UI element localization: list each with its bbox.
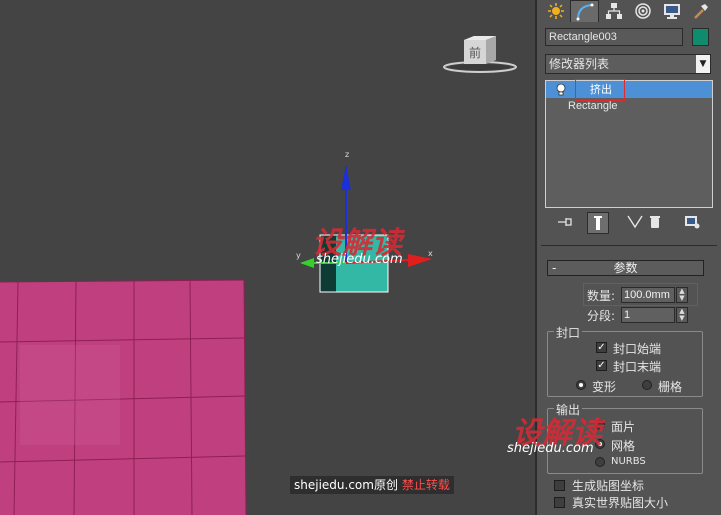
cap-start-label: 封口始端 bbox=[613, 342, 662, 356]
gizmo-z-label: z bbox=[345, 150, 349, 159]
viewport-perspective[interactable]: 前 z y x 设解读 shejiedu.com shejiedu.com原创 … bbox=[0, 0, 535, 515]
nurbs-label: NURBS bbox=[611, 456, 646, 467]
credit-forbid: 禁止转载 bbox=[401, 478, 450, 492]
modifier-list-dropdown[interactable]: 修改器列表 ▼ bbox=[545, 54, 711, 74]
viewcube-front-label: 前 bbox=[469, 45, 481, 60]
nurbs-radio[interactable] bbox=[595, 457, 605, 467]
grid-label: 栅格 bbox=[658, 380, 683, 394]
hierarchy-icon bbox=[605, 3, 622, 19]
configure-modifier-sets-button[interactable] bbox=[681, 212, 703, 232]
morph-radio[interactable] bbox=[576, 380, 586, 390]
cap-end-label: 封口末端 bbox=[613, 360, 662, 374]
stack-toolbar bbox=[545, 212, 713, 234]
watermark-url-panel: shejiedu.com bbox=[507, 441, 594, 456]
segments-spinner[interactable]: ▲ ▼ bbox=[676, 307, 688, 323]
stack-item-extrude[interactable]: 挤出 bbox=[546, 81, 712, 98]
make-unique-icon bbox=[627, 215, 643, 229]
display-icon bbox=[663, 4, 680, 19]
remove-modifier-button[interactable] bbox=[645, 212, 665, 232]
divider bbox=[541, 245, 717, 246]
segments-label: 分段: bbox=[587, 309, 616, 323]
modifier-list-label: 修改器列表 bbox=[549, 57, 610, 71]
tab-create[interactable] bbox=[541, 0, 570, 22]
parameters-title: 参数 bbox=[613, 261, 638, 275]
object-color-swatch[interactable] bbox=[692, 28, 709, 46]
real-world-checkbox[interactable] bbox=[554, 497, 565, 508]
create-icon bbox=[547, 3, 564, 19]
end-result-icon bbox=[594, 216, 602, 230]
show-end-result-button[interactable] bbox=[587, 212, 609, 234]
highlight-box-extrude bbox=[575, 79, 625, 101]
pin-icon bbox=[558, 218, 572, 226]
tab-modify[interactable] bbox=[570, 0, 599, 22]
modifier-stack[interactable]: 挤出 Rectangle bbox=[545, 80, 713, 208]
trash-icon bbox=[650, 216, 660, 228]
tab-hierarchy[interactable] bbox=[599, 0, 628, 22]
capping-title: 封口 bbox=[554, 324, 583, 341]
tab-display[interactable] bbox=[657, 0, 686, 22]
gizmo-y-label: y bbox=[296, 251, 301, 260]
object-name-field[interactable]: Rectangle003 bbox=[545, 28, 683, 46]
chevron-down-icon: ▼ bbox=[696, 55, 710, 73]
configure-icon bbox=[685, 216, 700, 229]
gizmo-x-label: x bbox=[428, 249, 433, 258]
utilities-icon bbox=[693, 4, 708, 19]
morph-label: 变形 bbox=[592, 380, 617, 394]
pink-plane-object[interactable] bbox=[0, 280, 250, 515]
collapse-icon: - bbox=[552, 261, 557, 275]
credit-bar: shejiedu.com原创 禁止转载 bbox=[290, 476, 454, 494]
gen-mapping-checkbox[interactable] bbox=[554, 480, 565, 491]
cap-start-checkbox[interactable]: ✓ bbox=[596, 342, 607, 353]
motion-icon bbox=[634, 3, 651, 19]
highlight-box-amount bbox=[583, 283, 698, 306]
grid-radio[interactable] bbox=[642, 380, 652, 390]
credit-original: 原创 bbox=[373, 478, 398, 492]
segments-input[interactable]: 1 bbox=[621, 307, 675, 323]
modify-icon bbox=[576, 3, 593, 20]
make-unique-button[interactable] bbox=[625, 212, 645, 232]
real-world-label: 真实世界贴图大小 bbox=[572, 496, 669, 510]
patch-label: 面片 bbox=[611, 420, 636, 434]
viewcube[interactable]: 前 bbox=[440, 30, 520, 80]
gen-mapping-label: 生成贴图坐标 bbox=[572, 479, 645, 493]
mesh-label: 网格 bbox=[611, 439, 636, 453]
parameters-rollout-header[interactable]: - 参数 bbox=[547, 260, 704, 276]
credit-site: shejiedu.com bbox=[294, 478, 374, 492]
pin-stack-button[interactable] bbox=[555, 212, 575, 232]
tab-utilities[interactable] bbox=[686, 0, 715, 22]
panel-tabs bbox=[541, 0, 717, 22]
tab-motion[interactable] bbox=[628, 0, 657, 22]
watermark-url: shejiedu.com bbox=[316, 252, 403, 267]
lightbulb-icon[interactable] bbox=[554, 82, 568, 96]
stack-item-rectangle[interactable]: Rectangle bbox=[546, 98, 712, 115]
cap-end-checkbox[interactable]: ✓ bbox=[596, 360, 607, 371]
